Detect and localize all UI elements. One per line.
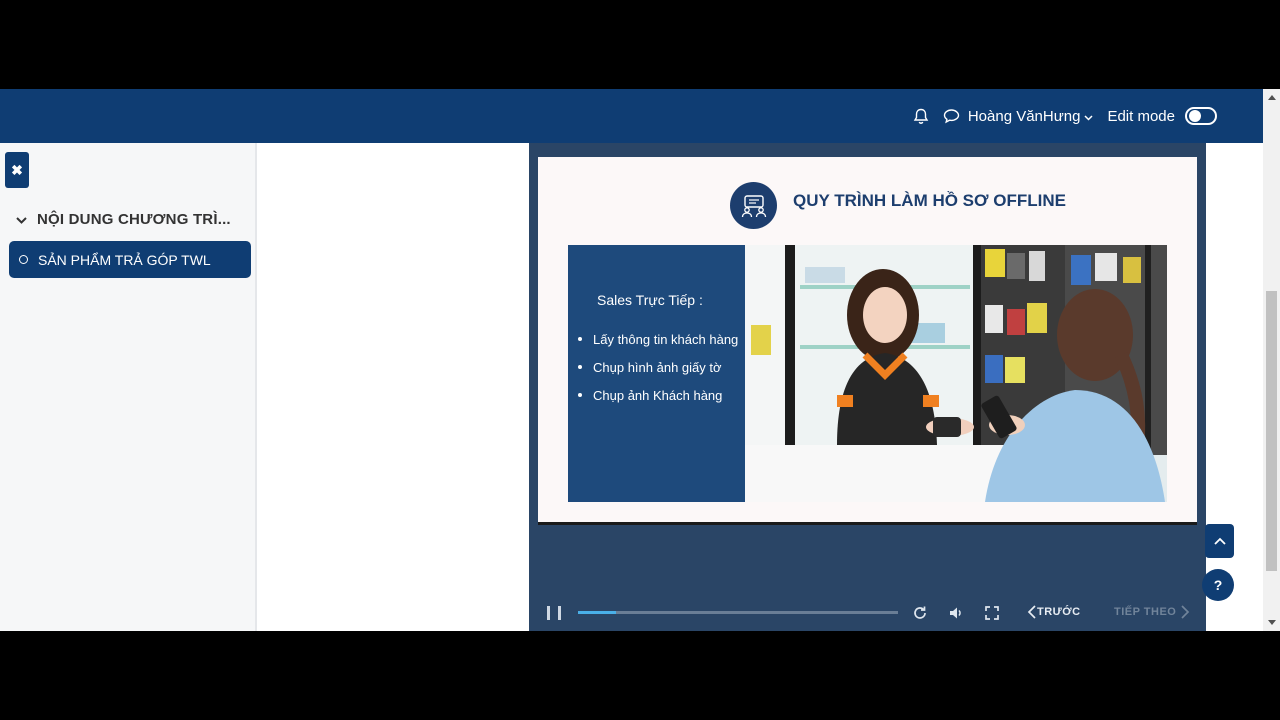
back-to-top-button[interactable]: [1205, 524, 1234, 558]
help-icon: ?: [1213, 577, 1223, 593]
navbar-actions: Hoàng VănHưng Edit mode: [913, 89, 1217, 143]
close-sidebar-button[interactable]: ✖: [5, 152, 29, 188]
bullet-dot: [578, 337, 582, 341]
slide-text-panel: Sales Trực Tiếp : Lấy thông tin khách hà…: [568, 245, 745, 502]
scroll-down-arrow-icon[interactable]: [1268, 620, 1276, 625]
presentation-slide: QUY TRÌNH LÀM HỒ SƠ OFFLINE Sales Trực T…: [538, 157, 1197, 525]
help-button[interactable]: ?: [1202, 569, 1234, 601]
edit-mode-label: Edit mode: [1107, 107, 1175, 125]
player-controls: TRƯỚC TIẾP THEO: [529, 599, 1206, 629]
chat-icon[interactable]: [943, 108, 960, 124]
sidebar-item-lesson[interactable]: SẢN PHẨM TRẢ GÓP TWL: [9, 241, 251, 278]
pause-button[interactable]: [547, 606, 561, 620]
bullet-list: Lấy thông tin khách hàng Chụp hình ảnh g…: [578, 325, 738, 409]
volume-icon[interactable]: [948, 605, 964, 621]
progress-fill: [578, 611, 617, 614]
scroll-thumb[interactable]: [1266, 291, 1277, 571]
bullet-text: Lấy thông tin khách hàng: [593, 331, 739, 347]
list-item: Lấy thông tin khách hàng: [578, 325, 738, 353]
chevron-right-icon: [1181, 605, 1190, 619]
bullet-text: Chụp ảnh Khách hàng: [593, 387, 723, 403]
close-icon: ✖: [11, 161, 23, 178]
section-header[interactable]: NỘI DUNG CHƯƠNG TRÌ...: [16, 211, 231, 228]
chevron-left-icon: [1027, 605, 1036, 619]
user-menu[interactable]: Hoàng VănHưng: [968, 108, 1094, 125]
pause-bar: [547, 606, 550, 620]
previous-label: TRƯỚC: [1037, 606, 1081, 618]
previous-slide-button[interactable]: TRƯỚC: [1027, 605, 1081, 619]
panel-title: Sales Trực Tiếp :: [597, 292, 703, 308]
chevron-down-icon: [1084, 108, 1093, 125]
toggle-knob: [1189, 110, 1201, 122]
page-scrollbar[interactable]: [1263, 89, 1280, 631]
support-agent-icon: [730, 182, 777, 229]
store-consultation-photo: [745, 245, 1167, 502]
list-item: Chụp hình ảnh giấy tờ: [578, 353, 738, 381]
next-label: TIẾP THEO: [1114, 606, 1177, 618]
user-name: Hoàng VănHưng: [967, 107, 1081, 125]
course-index-sidebar: ✖ NỘI DUNG CHƯƠNG TRÌ... SẢN PHẨM TRẢ GÓ…: [0, 143, 257, 631]
chevron-up-icon: [1213, 537, 1226, 545]
completion-circle-icon: [19, 255, 28, 264]
slide-title: QUY TRÌNH LÀM HỒ SƠ OFFLINE: [793, 191, 1066, 210]
bell-icon[interactable]: [913, 108, 929, 125]
edit-mode-toggle[interactable]: [1185, 107, 1217, 125]
bullet-text: Chụp hình ảnh giấy tờ: [593, 359, 722, 375]
scorm-player: QUY TRÌNH LÀM HỒ SƠ OFFLINE Sales Trực T…: [529, 143, 1206, 631]
sidebar-item-label: SẢN PHẨM TRẢ GÓP TWL: [38, 251, 211, 268]
progress-bar[interactable]: [578, 611, 898, 614]
screen: Hoàng VănHưng Edit mode ✖ NỘI DUNG CHƯƠN…: [0, 0, 1280, 720]
bullet-dot: [578, 393, 582, 397]
section-title: NỘI DUNG CHƯƠNG TRÌ...: [37, 211, 231, 228]
top-navbar: Hoàng VănHưng Edit mode: [0, 89, 1263, 143]
next-slide-button[interactable]: TIẾP THEO: [1114, 605, 1190, 619]
scroll-up-arrow-icon[interactable]: [1268, 95, 1276, 100]
fullscreen-icon[interactable]: [984, 605, 1000, 621]
app-window: Hoàng VănHưng Edit mode ✖ NỘI DUNG CHƯƠN…: [0, 89, 1263, 631]
list-item: Chụp ảnh Khách hàng: [578, 381, 738, 409]
replay-icon[interactable]: [912, 605, 928, 621]
chevron-down-icon: [16, 211, 27, 228]
pause-bar: [558, 606, 561, 620]
bullet-dot: [578, 365, 582, 369]
